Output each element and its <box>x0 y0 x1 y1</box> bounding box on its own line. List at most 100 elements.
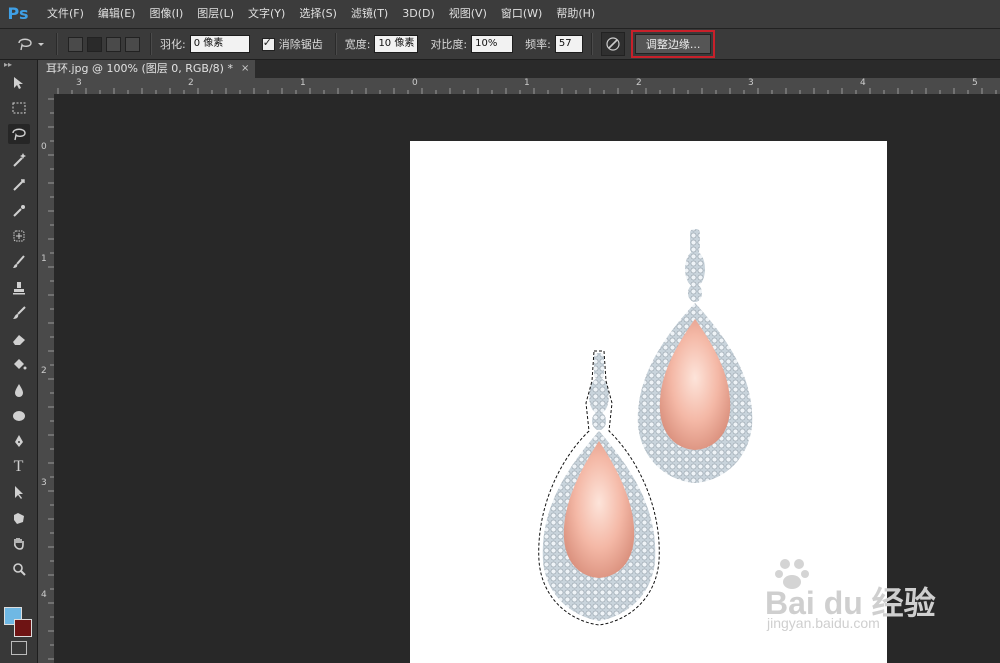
background-color-swatch[interactable] <box>14 619 32 637</box>
toolbox-collapse-icon[interactable]: ▸▸ <box>0 60 37 70</box>
menu-view[interactable]: 视图(V) <box>442 0 494 28</box>
document-tab[interactable]: 耳环.jpg @ 100% (图层 0, RGB/8) * × <box>38 60 256 78</box>
menu-help[interactable]: 帮助(H) <box>549 0 602 28</box>
intersect-selection-button[interactable] <box>125 36 140 52</box>
photoshop-logo: Ps <box>7 4 29 23</box>
paint-bucket-tool[interactable] <box>0 352 37 378</box>
crop-tool[interactable] <box>0 172 37 198</box>
quick-mask-icon[interactable] <box>11 641 27 655</box>
brush-tool[interactable] <box>0 249 37 275</box>
width-label: 宽度: <box>344 38 371 51</box>
ruler-label: 0 <box>41 142 47 152</box>
ruler-label: 3 <box>748 78 754 88</box>
frequency-input[interactable]: 57 <box>554 35 583 53</box>
document-tab-title: 耳环.jpg @ 100% (图层 0, RGB/8) * <box>46 62 233 75</box>
ruler-label: 4 <box>860 78 866 88</box>
path-selection-icon <box>8 482 30 502</box>
feather-input[interactable]: 0 像素 <box>189 35 250 53</box>
path-selection-tool[interactable] <box>0 480 37 506</box>
new-selection-button[interactable] <box>68 36 83 52</box>
separator <box>56 33 58 55</box>
menu-image[interactable]: 图像(I) <box>142 0 190 28</box>
antialias-checkbox[interactable] <box>261 36 275 51</box>
healing-brush-icon <box>8 226 30 246</box>
ruler-label: 2 <box>188 78 194 88</box>
ruler-label: 1 <box>524 78 530 88</box>
menu-file[interactable]: 文件(F) <box>40 0 91 28</box>
separator <box>334 33 337 55</box>
menu-layer[interactable]: 图层(L) <box>190 0 241 28</box>
width-input[interactable]: 10 像素 <box>374 35 419 53</box>
feather-label: 羽化: <box>160 38 186 51</box>
refine-edge-highlight: 调整边缘... <box>630 30 716 58</box>
brush-icon <box>8 252 30 272</box>
pen-tool[interactable] <box>0 428 37 454</box>
frequency-label: 频率: <box>525 38 551 51</box>
eraser-tool[interactable] <box>0 326 37 352</box>
zoom-tool[interactable] <box>0 556 37 582</box>
watermark-url: jingyan.baidu.com <box>767 615 880 631</box>
contrast-input[interactable]: 10% <box>471 35 514 53</box>
menu-edit[interactable]: 编辑(E) <box>91 0 143 28</box>
menu-3d[interactable]: 3D(D) <box>395 0 442 28</box>
ruler-label: 4 <box>41 590 47 600</box>
lasso-tool[interactable] <box>0 121 37 147</box>
toolbox: ▸▸ T <box>0 60 38 663</box>
eraser-icon <box>8 329 30 349</box>
ruler-label: 1 <box>41 254 47 264</box>
separator <box>590 33 593 55</box>
ruler-label: 3 <box>41 478 47 488</box>
menu-select[interactable]: 选择(S) <box>292 0 344 28</box>
add-to-selection-button[interactable] <box>87 36 102 52</box>
tablet-pressure-button[interactable] <box>600 32 625 56</box>
eyedropper-tool[interactable] <box>0 198 37 224</box>
quick-selection-tool[interactable] <box>0 147 37 173</box>
subtract-from-selection-button[interactable] <box>106 36 121 52</box>
type-icon: T <box>13 457 24 475</box>
canvas-area[interactable]: Bai du 经验 jingyan.baidu.com <box>54 94 1000 663</box>
magnetic-lasso-icon <box>18 38 44 51</box>
blur-tool[interactable] <box>0 377 37 403</box>
horizontal-ruler[interactable]: 3 2 1 0 1 2 3 4 5 <box>54 78 1000 94</box>
close-icon[interactable]: × <box>241 60 249 78</box>
eyedropper-icon <box>8 201 30 221</box>
sponge-icon <box>8 406 30 426</box>
dodge-tool[interactable] <box>0 403 37 429</box>
type-tool[interactable]: T <box>0 454 37 480</box>
watermark: Bai du 经验 jingyan.baidu.com <box>715 550 965 650</box>
ruler-label: 1 <box>300 78 306 88</box>
ruler-label: 2 <box>636 78 642 88</box>
refine-edge-button[interactable]: 调整边缘... <box>634 34 712 54</box>
separator <box>150 33 152 55</box>
main-menu: 文件(F) 编辑(E) 图像(I) 图层(L) 文字(Y) 选择(S) 滤镜(T… <box>40 0 602 28</box>
hand-tool[interactable] <box>0 531 37 557</box>
magic-wand-icon <box>8 150 30 170</box>
contrast-label: 对比度: <box>430 38 468 51</box>
ruler-label: 0 <box>412 78 418 88</box>
menu-window[interactable]: 窗口(W) <box>494 0 549 28</box>
ruler-label: 2 <box>41 366 47 376</box>
vertical-ruler[interactable]: 0 1 2 3 4 <box>38 94 54 663</box>
right-earring <box>637 229 753 483</box>
marquee-tool[interactable] <box>0 96 37 122</box>
shape-tool[interactable] <box>0 505 37 531</box>
antialias-label: 消除锯齿 <box>278 38 323 51</box>
zoom-icon <box>8 559 30 579</box>
magnetic-lasso-icon <box>7 123 30 144</box>
ruler-label: 3 <box>76 78 82 88</box>
crop-icon <box>8 175 30 195</box>
history-brush-tool[interactable] <box>0 300 37 326</box>
tool-preset-picker[interactable] <box>12 32 48 56</box>
clone-stamp-icon <box>8 278 30 298</box>
menu-type[interactable]: 文字(Y) <box>241 0 292 28</box>
move-icon <box>8 73 30 93</box>
clone-stamp-tool[interactable] <box>0 275 37 301</box>
ruler-origin[interactable] <box>38 78 54 94</box>
healing-brush-tool[interactable] <box>0 224 37 250</box>
menu-filter[interactable]: 滤镜(T) <box>344 0 395 28</box>
move-tool[interactable] <box>0 70 37 96</box>
custom-shape-icon <box>8 508 30 528</box>
pen-icon <box>8 431 30 451</box>
menu-bar: Ps 文件(F) 编辑(E) 图像(I) 图层(L) 文字(Y) 选择(S) 滤… <box>0 0 1000 29</box>
ruler-label: 5 <box>972 78 978 88</box>
